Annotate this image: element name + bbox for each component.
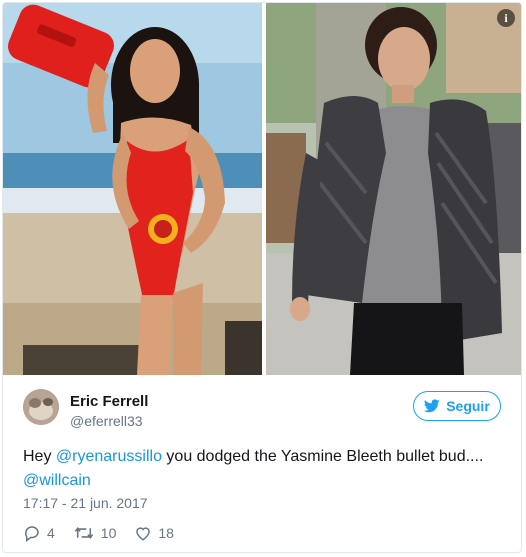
reply-icon <box>25 526 39 542</box>
like-button[interactable]: 18 <box>134 524 174 542</box>
twitter-bird-icon <box>424 399 440 413</box>
author-name[interactable]: Eric Ferrell <box>70 393 148 410</box>
tweet-text-prefix: Hey <box>23 448 56 465</box>
tweet-actions: 4 10 18 <box>23 521 192 545</box>
tweet-text: Hey @ryenarussillo you dodged the Yasmin… <box>23 445 503 493</box>
avatar[interactable] <box>23 389 59 425</box>
author-handle[interactable]: @eferrell33 <box>70 413 143 429</box>
mention-ryenarussillo[interactable]: @ryenarussillo <box>56 448 162 465</box>
tweet-text-middle: you dodged the Yasmine Bleeth bullet bud… <box>161 448 484 465</box>
photo-left[interactable] <box>3 3 262 375</box>
mention-willcain[interactable]: @willcain <box>23 472 91 489</box>
tweet-header: Eric Ferrell @eferrell33 Seguir <box>23 389 501 433</box>
reply-button[interactable]: 4 <box>23 524 55 542</box>
info-icon[interactable]: i <box>497 9 515 27</box>
tweet-timestamp[interactable]: 17:17 - 21 jun. 2017 <box>23 495 148 511</box>
retweet-count: 10 <box>100 525 117 541</box>
tweet-media[interactable]: i <box>3 3 521 375</box>
like-icon <box>136 527 151 541</box>
reply-count: 4 <box>47 525 55 541</box>
photo-right[interactable]: i <box>266 3 521 375</box>
retweet-icon <box>74 526 94 540</box>
follow-button[interactable]: Seguir <box>413 391 501 421</box>
tweet-card: i Eric Ferrell @eferrell33 Seguir Hey @r… <box>2 2 522 553</box>
like-count: 18 <box>158 525 174 541</box>
retweet-button[interactable]: 10 <box>73 524 117 542</box>
follow-label: Seguir <box>446 398 490 414</box>
